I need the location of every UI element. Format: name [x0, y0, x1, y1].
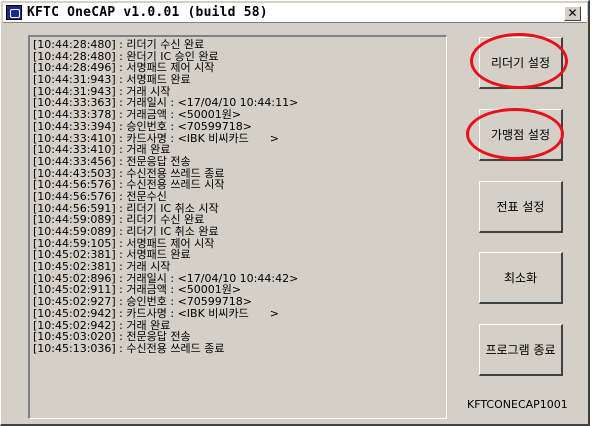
log-line: [10:44:28:480] : 리더기 수신 완료 [33, 38, 205, 51]
minimize-label: 최소화 [503, 271, 538, 285]
minimize-button[interactable]: 최소화 [479, 252, 563, 304]
log-line: [10:44:33:394] : 승인번호 : <70599718> [33, 119, 252, 133]
log-line: [10:44:59:089] : 리더기 IC 취소 완료 [33, 225, 219, 238]
merchant-settings-button[interactable]: 가맹점 설정 [479, 109, 563, 161]
log-line: [10:45:02:381] : 거래 시작 [33, 260, 171, 274]
log-lines: [10:44:28:480] : 리더기 수신 완료 [10:44:28:480]… [33, 39, 298, 355]
slip-settings-label: 전표 설정 [496, 200, 545, 214]
log-list[interactable]: [10:44:28:480] : 리더기 수신 완료 [10:44:28:480]… [28, 35, 447, 419]
app-icon [6, 5, 22, 20]
title-bar[interactable]: KFTC OneCAP v1.0.01 (build 58) ✕ [3, 3, 587, 23]
merchant-settings-label: 가맹점 설정 [490, 128, 550, 142]
reader-settings-button[interactable]: 리더기 설정 [479, 37, 563, 89]
log-line: [10:45:02:942] : 카드사명 : <IBK 비씨카드 > [33, 306, 279, 320]
slip-settings-button[interactable]: 전표 설정 [479, 181, 563, 233]
log-line: [10:44:56:576] : 전문수신 [33, 189, 167, 203]
onecap-window: KFTC OneCAP v1.0.01 (build 58) ✕ [10:44:… [0, 0, 590, 426]
exit-program-label: 프로그램 종료 [485, 343, 556, 357]
window-title: KFTC OneCAP v1.0.01 (build 58) [27, 5, 268, 20]
program-code: KFTCONECAP1001 [467, 398, 568, 411]
exit-program-button[interactable]: 프로그램 종료 [479, 324, 563, 376]
log-line: [10:44:33:456] : 전문응답 전송 [33, 154, 191, 168]
close-icon: ✕ [567, 6, 578, 20]
reader-settings-label: 리더기 설정 [490, 56, 550, 70]
close-button[interactable]: ✕ [564, 6, 581, 21]
log-line: [10:45:13:036] : 수신전용 쓰레드 종료 [33, 341, 225, 355]
log-line: [10:44:31:943] : 서명패드 완료 [33, 73, 191, 87]
